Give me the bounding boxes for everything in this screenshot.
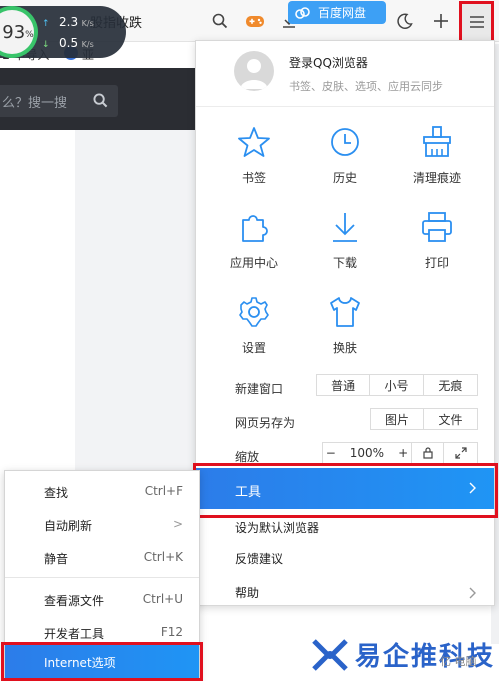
browser-main-menu: 登录QQ浏览器 书签、皮肤、选项、应用云同步 书签 历史 清理痕迹 应用中心 下…: [195, 40, 495, 606]
menu-skin[interactable]: 换肤: [299, 291, 391, 371]
clock-icon: [331, 128, 359, 156]
save-as-label: 网页另存为: [235, 416, 296, 430]
menu-help[interactable]: 帮助: [196, 575, 494, 609]
page-content-pane: [75, 130, 195, 470]
cloud-icon: [295, 6, 310, 19]
menu-downloads[interactable]: 下载: [299, 206, 391, 286]
save-as-image[interactable]: 图片: [371, 409, 425, 429]
watermark-small: 亿 电脑: [440, 655, 477, 668]
page-left-pane: [0, 130, 75, 470]
lock-icon: [423, 447, 433, 459]
menu-app-center[interactable]: 应用中心: [208, 206, 300, 286]
new-window-label: 新建窗口: [235, 382, 284, 396]
new-window-options: 普通 小号 无痕: [316, 374, 478, 396]
upload-speed: ↑ 2.3 K/s: [42, 15, 94, 29]
submenu-find[interactable]: 查找 Ctrl+F: [5, 475, 199, 508]
download-arrow-small-icon: ↓: [42, 40, 50, 50]
search-placeholder: 么？搜一搜: [2, 96, 68, 111]
memory-ring: 93%: [0, 6, 38, 58]
zoom-controls: − 100% +: [322, 442, 478, 464]
zoom-value: 100%: [349, 446, 385, 460]
login-title[interactable]: 登录QQ浏览器: [289, 54, 368, 71]
internet-options-highlight-box: [1, 642, 203, 681]
cloud-disk-pill[interactable]: 百度网盘: [288, 1, 386, 24]
zoom-out-button[interactable]: −: [326, 446, 336, 460]
submenu-view-source[interactable]: 查看源文件 Ctrl+U: [5, 583, 199, 616]
login-subtitle: 书签、皮肤、选项、应用云同步: [289, 80, 443, 93]
login-area[interactable]: 登录QQ浏览器 书签、皮肤、选项、应用云同步: [196, 41, 494, 107]
submenu-auto-refresh[interactable]: 自动刷新 >: [5, 508, 199, 541]
cloud-label: 百度网盘: [318, 6, 367, 20]
zoom-lock-button[interactable]: [412, 443, 445, 463]
menu-history[interactable]: 历史: [299, 121, 391, 201]
menu-bookmarks[interactable]: 书签: [208, 121, 300, 201]
menu-print[interactable]: 打印: [391, 206, 483, 286]
puzzle-icon: [242, 215, 268, 242]
memory-percent-unit: %: [25, 30, 34, 40]
zoom-value-group: − 100% +: [323, 443, 412, 463]
menu-clear-traces[interactable]: 清理痕迹: [391, 121, 483, 201]
menu-feedback[interactable]: 反馈建议: [196, 541, 494, 575]
save-as-file[interactable]: 文件: [424, 409, 477, 429]
new-tab-icon[interactable]: [430, 10, 452, 32]
brand-logo-icon: [312, 639, 348, 671]
printer-icon: [422, 212, 452, 242]
star-icon: [238, 127, 270, 157]
menu-button[interactable]: [459, 1, 494, 43]
memory-percent: 93: [2, 21, 26, 43]
submenu-mute[interactable]: 静音 Ctrl+K: [5, 541, 199, 574]
watermark: 易企推科技 亿 电脑: [310, 633, 499, 679]
page-search-icon[interactable]: [93, 93, 108, 108]
chevron-right-icon: [469, 587, 476, 599]
new-window-incognito[interactable]: 无痕: [424, 375, 477, 395]
search-icon[interactable]: [209, 10, 231, 32]
upload-arrow-icon: ↑: [42, 19, 50, 29]
download-arrow-icon: [333, 213, 357, 242]
game-icon[interactable]: [244, 10, 266, 32]
new-window-normal[interactable]: 普通: [317, 375, 371, 395]
menu-settings[interactable]: 设置: [208, 291, 300, 371]
menu-icon: [469, 16, 484, 28]
avatar[interactable]: [234, 51, 274, 91]
page-search-input[interactable]: 么？搜一搜: [0, 85, 118, 117]
broom-icon: [423, 126, 451, 157]
gear-icon: [239, 297, 269, 327]
night-mode-icon[interactable]: [394, 10, 416, 32]
fullscreen-button[interactable]: [444, 443, 477, 463]
shirt-icon: [330, 297, 360, 327]
submenu-separator: [5, 577, 199, 578]
download-speed: ↓ 0.5 K/s: [42, 36, 94, 50]
network-speed-widget[interactable]: 93% ↑ 2.3 K/s ↓ 0.5 K/s: [0, 6, 126, 58]
fullscreen-icon: [455, 447, 467, 459]
new-window-small[interactable]: 小号: [370, 375, 424, 395]
zoom-in-button[interactable]: +: [398, 446, 408, 460]
tools-highlight-box: [193, 463, 498, 518]
save-as-options: 图片 文件: [370, 408, 478, 430]
